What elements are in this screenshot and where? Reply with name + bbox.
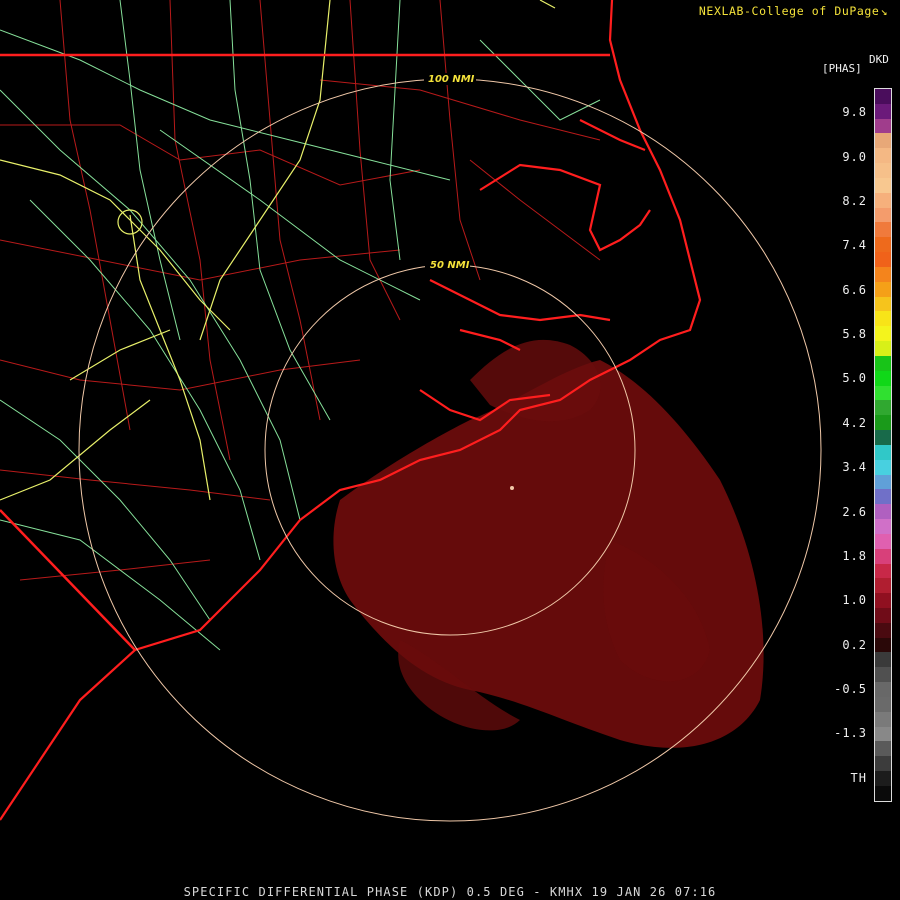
color-swatch [875, 785, 891, 801]
scale-tick-label: 7.4 [842, 238, 867, 252]
scale-tick-label: 9.0 [842, 150, 867, 164]
color-swatch [875, 504, 891, 520]
color-swatch [875, 430, 891, 445]
color-swatch [875, 711, 891, 727]
scale-tick-label: 5.0 [842, 371, 867, 385]
color-swatch [875, 133, 891, 149]
color-swatch [875, 415, 891, 431]
diagonal-arrow-icon: ↘ [880, 4, 888, 18]
color-swatch [875, 756, 891, 772]
color-swatch [875, 148, 891, 164]
color-swatch [875, 385, 891, 401]
color-swatch [875, 533, 891, 549]
product-caption: SPECIFIC DIFFERENTIAL PHASE (KDP) 0.5 DE… [183, 885, 717, 899]
color-swatch [875, 207, 891, 223]
color-swatch [875, 682, 891, 697]
color-swatch [875, 222, 891, 238]
color-swatch [875, 578, 891, 594]
color-swatch [875, 607, 891, 623]
product-code: DKD [869, 53, 889, 66]
color-swatch [875, 667, 891, 683]
radar-echo [333, 339, 764, 748]
color-swatch [875, 281, 891, 297]
scale-tick-label: 5.8 [842, 327, 867, 341]
color-swatch [875, 177, 891, 193]
color-swatch [875, 637, 891, 653]
color-swatch [875, 444, 891, 460]
color-swatch [875, 311, 891, 327]
color-swatch [875, 519, 891, 534]
color-swatch [875, 355, 891, 371]
scale-tick-label: TH [850, 771, 867, 785]
color-swatch [875, 103, 891, 119]
color-swatch [875, 163, 891, 178]
color-swatch [875, 622, 891, 638]
color-swatch [875, 593, 891, 608]
color-swatch [875, 563, 891, 579]
scale-tick-label: 0.2 [842, 638, 867, 652]
color-swatch [875, 341, 891, 356]
scale-tick-label: -0.5 [834, 682, 867, 696]
range-label-100: 100 NMI [428, 74, 475, 85]
scale-tick-label: 8.2 [842, 194, 867, 208]
color-swatch [875, 771, 891, 786]
scale-tick-label: 1.0 [842, 593, 867, 607]
radar-map: 50 NMI 100 NMI [0, 0, 822, 822]
scale-tick-label: 6.6 [842, 283, 867, 297]
color-swatch [875, 474, 891, 490]
color-swatch [875, 192, 891, 208]
color-swatch [875, 459, 891, 475]
color-swatch [875, 548, 891, 564]
product-unit: [PHAS] [822, 62, 862, 75]
color-swatch [875, 741, 891, 757]
color-scale-bar [874, 88, 892, 802]
color-swatch [875, 89, 891, 104]
scale-tick-label: 9.8 [842, 105, 867, 119]
scale-tick-label: -1.3 [834, 726, 867, 740]
color-swatch [875, 326, 891, 342]
color-swatch [875, 370, 891, 386]
color-swatch [875, 726, 891, 742]
color-swatch [875, 696, 891, 712]
scale-tick-label: 1.8 [842, 549, 867, 563]
color-swatch [875, 118, 891, 134]
color-swatch [875, 652, 891, 668]
color-swatch [875, 296, 891, 312]
scale-tick-label: 3.4 [842, 460, 867, 474]
header-credit[interactable]: NEXLAB-College of DuPage↘ [699, 4, 888, 18]
color-swatch [875, 252, 891, 267]
color-swatch [875, 400, 891, 416]
credit-text: NEXLAB-College of DuPage [698, 4, 880, 18]
range-label-50: 50 NMI [430, 260, 470, 271]
color-swatch [875, 237, 891, 253]
scale-tick-label: 4.2 [842, 416, 867, 430]
color-swatch [875, 489, 891, 505]
color-swatch [875, 266, 891, 282]
radar-site-marker [510, 486, 514, 490]
scale-tick-label: 2.6 [842, 505, 867, 519]
